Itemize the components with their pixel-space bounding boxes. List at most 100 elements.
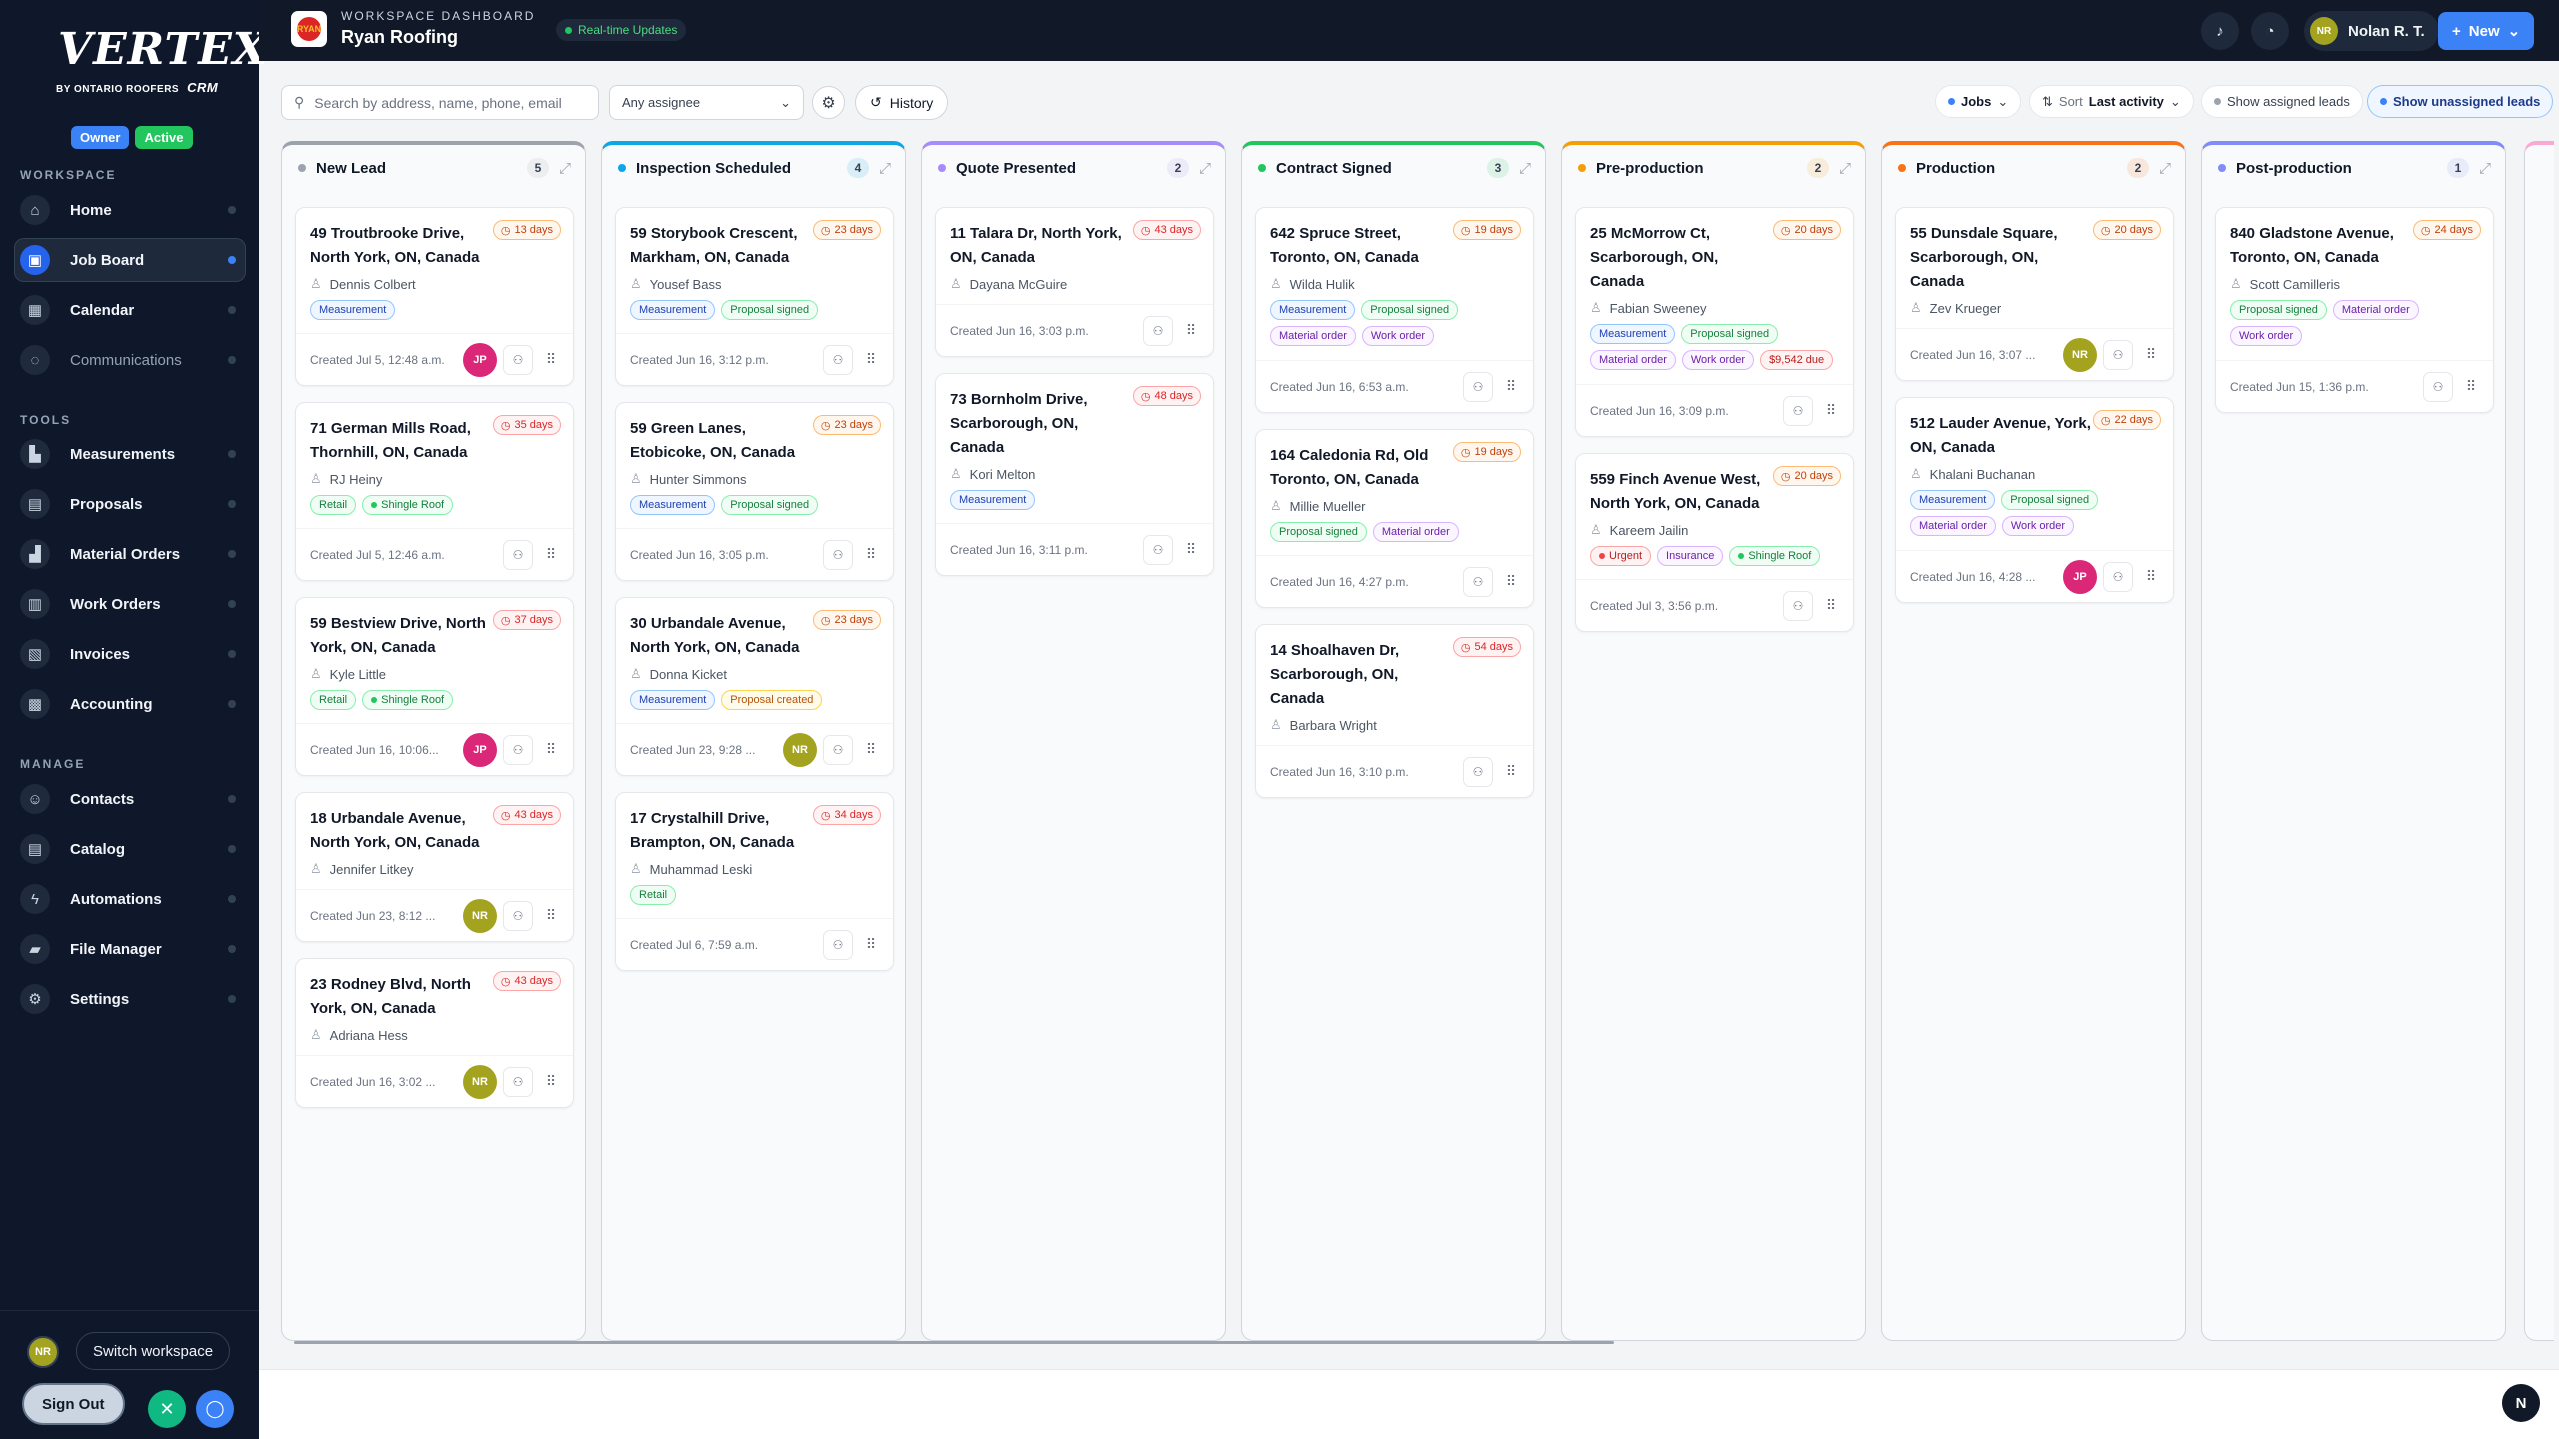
drag-handle-icon[interactable]: ⠿ — [1501, 763, 1521, 780]
drag-handle-icon[interactable]: ⠿ — [541, 907, 561, 924]
drag-handle-icon[interactable]: ⠿ — [861, 741, 881, 758]
drag-handle-icon[interactable]: ⠿ — [541, 741, 561, 758]
drag-handle-icon[interactable]: ⠿ — [541, 546, 561, 563]
expand-icon[interactable]: ⤢ — [1839, 160, 1851, 177]
jobs-filter[interactable]: Jobs ⌄ — [1935, 85, 2022, 118]
search-box[interactable]: ⚲ — [281, 85, 599, 120]
job-card[interactable]: 59 Bestview Drive, North York, ON, Canad… — [295, 597, 574, 776]
assign-user-icon[interactable]: ⚇ — [823, 734, 853, 765]
assignee-avatar[interactable]: NR — [463, 1064, 497, 1099]
drag-handle-icon[interactable]: ⠿ — [861, 351, 881, 368]
drag-handle-icon[interactable]: ⠿ — [861, 546, 881, 563]
assistant-button[interactable]: N — [2502, 1384, 2540, 1422]
assign-user-icon[interactable]: ⚇ — [1463, 371, 1493, 402]
vertex-logo[interactable]: VERTEX BY ONTARIO ROOFERS CRM — [48, 18, 267, 98]
drag-handle-icon[interactable]: ⠿ — [541, 351, 561, 368]
job-card[interactable]: 17 Crystalhill Drive, Brampton, ON, Cana… — [615, 792, 894, 971]
job-card[interactable]: 559 Finch Avenue West, North York, ON, C… — [1575, 453, 1854, 632]
drag-handle-icon[interactable]: ⠿ — [1501, 573, 1521, 590]
assign-user-icon[interactable]: ⚇ — [503, 734, 533, 765]
sort-select[interactable]: ⇅ Sort Last activity ⌄ — [2029, 85, 2194, 118]
job-card[interactable]: 512 Lauder Avenue, York, ON, Canada ◷ 22 … — [1895, 397, 2174, 603]
job-card[interactable]: 840 Gladstone Avenue, Toronto, ON, Canad… — [2215, 207, 2494, 413]
job-card[interactable]: 642 Spruce Street, Toronto, ON, Canada ◷… — [1255, 207, 1534, 413]
nav-automations[interactable]: ϟ Automations — [14, 877, 246, 921]
nav-home[interactable]: ⌂ Home — [14, 188, 246, 232]
assign-user-icon[interactable]: ⚇ — [1463, 566, 1493, 597]
drag-handle-icon[interactable]: ⠿ — [2141, 346, 2161, 363]
nav-job-board[interactable]: ▣ Job Board — [14, 238, 246, 282]
job-card[interactable]: 73 Bornholm Drive, Scarborough, ON, Cana… — [935, 373, 1214, 576]
drag-handle-icon[interactable]: ⠿ — [1501, 378, 1521, 395]
assign-user-icon[interactable]: ⚇ — [503, 900, 533, 931]
assign-user-icon[interactable]: ⚇ — [1783, 395, 1813, 426]
horizontal-scrollbar[interactable] — [294, 1341, 1614, 1344]
assign-user-icon[interactable]: ⚇ — [1463, 756, 1493, 787]
user-avatar[interactable]: NR — [27, 1336, 59, 1368]
assign-user-icon[interactable]: ⚇ — [1143, 534, 1173, 565]
assignee-avatar[interactable]: JP — [463, 732, 497, 767]
assign-user-icon[interactable]: ⚇ — [2103, 339, 2133, 370]
expand-icon[interactable]: ⤢ — [559, 160, 571, 177]
nav-catalog[interactable]: ▤ Catalog — [14, 827, 246, 871]
assign-user-icon[interactable]: ⚇ — [1783, 590, 1813, 621]
nav-invoices[interactable]: ▧ Invoices — [14, 632, 246, 676]
assignee-avatar[interactable]: NR — [2063, 337, 2097, 372]
job-card[interactable]: 49 Troutbrooke Drive, North York, ON, Ca… — [295, 207, 574, 386]
sign-out-button[interactable]: Sign Out — [22, 1383, 125, 1425]
assign-user-icon[interactable]: ⚇ — [503, 1066, 533, 1097]
assign-user-icon[interactable]: ⚇ — [823, 344, 853, 375]
assignee-avatar[interactable]: NR — [463, 898, 497, 933]
job-card[interactable]: 55 Dunsdale Square, Scarborough, ON, Can… — [1895, 207, 2174, 381]
job-card[interactable]: 11 Talara Dr, North York, ON, Canada ◷ 43… — [935, 207, 1214, 357]
assign-user-icon[interactable]: ⚇ — [823, 929, 853, 960]
drag-handle-icon[interactable]: ⠿ — [1821, 597, 1841, 614]
assignee-avatar[interactable]: JP — [463, 342, 497, 377]
job-card[interactable]: 25 McMorrow Ct, Scarborough, ON, Canada … — [1575, 207, 1854, 437]
board-settings-icon[interactable]: ⚙ — [812, 86, 845, 119]
nav-work-orders[interactable]: ▥ Work Orders — [14, 582, 246, 626]
job-card[interactable]: 59 Storybook Crescent, Markham, ON, Cana… — [615, 207, 894, 386]
nav-contacts[interactable]: ☺ Contacts — [14, 777, 246, 821]
show-unassigned-toggle[interactable]: Show unassigned leads — [2367, 85, 2554, 118]
assignee-select[interactable]: Any assignee ⌄ — [609, 85, 804, 120]
expand-icon[interactable]: ⤢ — [2479, 160, 2491, 177]
nav-measurements[interactable]: ▙ Measurements — [14, 432, 246, 476]
assign-user-icon[interactable]: ⚇ — [1143, 315, 1173, 346]
expand-icon[interactable]: ⤢ — [1519, 160, 1531, 177]
assign-user-icon[interactable]: ⚇ — [2423, 371, 2453, 402]
assign-user-icon[interactable]: ⚇ — [823, 539, 853, 570]
expand-icon[interactable]: ⤢ — [2159, 160, 2171, 177]
drag-handle-icon[interactable]: ⠿ — [2461, 378, 2481, 395]
drag-handle-icon[interactable]: ⠿ — [861, 936, 881, 953]
nav-calendar[interactable]: ▦ Calendar — [14, 288, 246, 332]
assignee-avatar[interactable]: JP — [2063, 559, 2097, 594]
switch-workspace-button[interactable]: Switch workspace — [76, 1332, 231, 1370]
job-card[interactable]: 71 German Mills Road, Thornhill, ON, Can… — [295, 402, 574, 581]
drag-handle-icon[interactable]: ⠿ — [1181, 322, 1201, 339]
new-button[interactable]: + New ⌄ — [2438, 12, 2535, 50]
show-assigned-toggle[interactable]: Show assigned leads — [2201, 85, 2363, 118]
user-menu[interactable]: NR Nolan R. T. — [2304, 11, 2439, 51]
support-icon[interactable]: ✕ — [148, 1390, 186, 1428]
job-card[interactable]: 30 Urbandale Avenue, North York, ON, Can… — [615, 597, 894, 776]
drag-handle-icon[interactable]: ⠿ — [541, 1073, 561, 1090]
assignee-avatar[interactable]: NR — [783, 732, 817, 767]
chat-bubble-icon[interactable]: ◔ — [2251, 12, 2289, 50]
nav-file-manager[interactable]: ▰ File Manager — [14, 927, 246, 971]
job-card[interactable]: 23 Rodney Blvd, North York, ON, Canada ◷… — [295, 958, 574, 1108]
nav-settings[interactable]: ⚙ Settings — [14, 977, 246, 1021]
search-input[interactable] — [314, 94, 585, 111]
bell-icon[interactable]: ♪ — [2201, 12, 2239, 50]
assign-user-icon[interactable]: ⚇ — [503, 344, 533, 375]
expand-icon[interactable]: ⤢ — [1199, 160, 1211, 177]
job-card[interactable]: 164 Caledonia Rd, Old Toronto, ON, Canad… — [1255, 429, 1534, 608]
nav-proposals[interactable]: ▤ Proposals — [14, 482, 246, 526]
drag-handle-icon[interactable]: ⠿ — [2141, 568, 2161, 585]
nav-accounting[interactable]: ▩ Accounting — [14, 682, 246, 726]
job-card[interactable]: 14 Shoalhaven Dr, Scarborough, ON, Canad… — [1255, 624, 1534, 798]
job-card[interactable]: 18 Urbandale Avenue, North York, ON, Can… — [295, 792, 574, 942]
drag-handle-icon[interactable]: ⠿ — [1181, 541, 1201, 558]
drag-handle-icon[interactable]: ⠿ — [1821, 402, 1841, 419]
nav-material-orders[interactable]: ▟ Material Orders — [14, 532, 246, 576]
